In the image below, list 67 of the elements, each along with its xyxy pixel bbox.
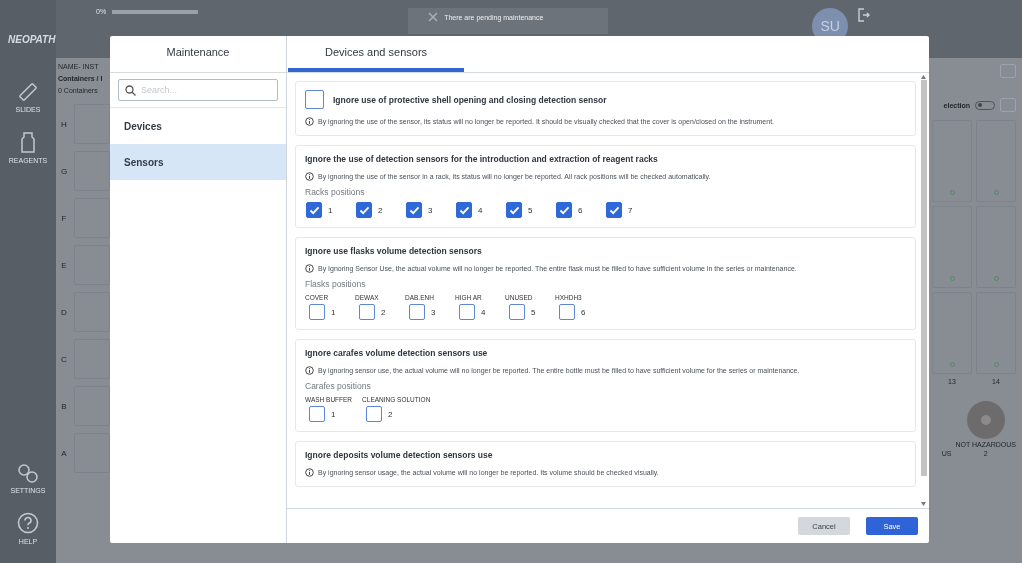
section-title: Ignore use flasks volume detection sensors [305,246,482,256]
info-icon [305,172,314,181]
position-number: 6 [581,307,586,317]
position-number: 5 [531,307,536,317]
bottle-icon[interactable] [21,131,35,153]
positions-label: Carafes positions [305,381,372,391]
checkbox[interactable] [306,202,322,218]
checkbox[interactable] [309,406,325,422]
dialog-tab[interactable]: Maintenance [110,36,286,72]
checkbox[interactable] [456,202,472,218]
position-number: 1 [331,307,336,317]
category-item[interactable]: Devices [110,108,286,144]
checkbox[interactable] [556,202,572,218]
position-number: 7 [628,205,633,215]
disc-icon [966,401,1005,439]
position-number: 4 [478,205,483,215]
row-letter: F [60,213,68,223]
checkbox[interactable] [509,304,525,320]
section-title: Ignore the use of detection sensors for the introduction and extraction of reagent racks [305,154,658,164]
checkbox[interactable] [406,202,422,218]
checkbox[interactable] [359,304,375,320]
info-icon [305,117,314,126]
checkbox[interactable] [305,90,324,109]
position-number: 6 [578,205,583,215]
info-icon [305,468,314,477]
row-letter: E [60,260,68,270]
row-letter: D [60,307,68,317]
scroll-up-arrow-icon[interactable] [921,75,926,79]
checkbox[interactable] [366,406,383,422]
checkbox[interactable] [459,304,475,320]
section-title: Ignore use of protective shell opening and closing detection sensor [333,94,607,105]
help-icon[interactable] [17,512,39,534]
row-letter: B [60,401,68,411]
position-number: 3 [431,307,436,317]
row-letter: G [59,166,69,176]
dialog-tab[interactable]: Devices and sensors [288,36,464,72]
scroll-down-arrow-icon[interactable] [921,502,926,506]
position-number: 2 [381,307,386,317]
position-number: 1 [331,409,336,419]
app-logo: NEOPATH [8,34,56,45]
info-icon [305,264,314,273]
positions-label: Racks positions [305,187,366,197]
positions-label: Flasks positions [305,279,367,289]
position-number: 2 [378,205,383,215]
settings-icon[interactable] [17,463,39,483]
position-number: 1 [328,205,333,215]
row-letter: C [60,354,68,364]
logout-icon[interactable] [858,8,871,22]
info-icon [305,366,314,375]
search-icon [125,85,136,96]
checkbox[interactable] [356,202,372,218]
section-title: Ignore carafes volume detection sensors use [305,348,488,358]
checkbox[interactable] [559,304,575,320]
slide-icon[interactable] [18,82,38,102]
scrollbar[interactable] [920,75,927,506]
checkbox[interactable] [506,202,522,218]
checkbox[interactable] [409,304,425,320]
checkbox[interactable] [309,304,325,320]
position-number: 3 [428,205,433,215]
category-item[interactable]: Sensors [110,144,286,180]
section-title: Ignore deposits volume detection sensors use [305,450,493,460]
position-number: 2 [388,409,393,419]
position-number: 5 [528,205,533,215]
row-letter: A [60,448,68,458]
checkbox[interactable] [606,202,622,218]
row-letter: H [60,119,68,129]
position-number: 4 [481,307,486,317]
